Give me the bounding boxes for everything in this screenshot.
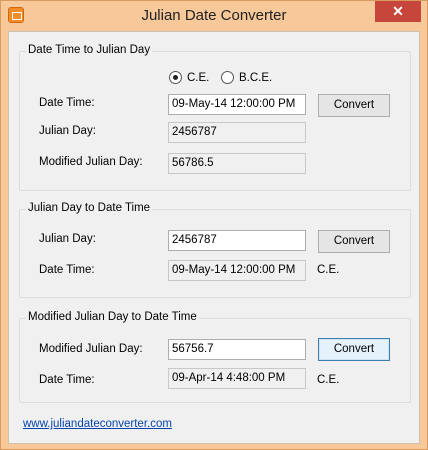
julian-day-label: Julian Day: [39, 233, 96, 245]
group-legend: Date Time to Julian Day [26, 44, 153, 56]
title-bar[interactable]: Julian Date Converter ✕ [1, 1, 427, 31]
window-title: Julian Date Converter [141, 7, 287, 24]
date-to-julian-group: Date Time to Julian Day C.E. B.C.E. Date… [19, 44, 411, 191]
radio-bce-indicator[interactable] [221, 71, 234, 84]
julian-day-input[interactable]: 2456787 [168, 230, 306, 251]
datetime-label: Date Time: [39, 374, 95, 386]
datetime-output[interactable]: 09-Apr-14 4:48:00 PM [168, 368, 306, 389]
radio-ce-label: C.E. [187, 71, 210, 84]
group-legend: Julian Day to Date Time [26, 202, 153, 214]
datetime-input[interactable]: 09-May-14 12:00:00 PM [168, 94, 306, 115]
mjd-label: Modified Julian Day: [39, 156, 143, 168]
datetime-output[interactable]: 09-May-14 12:00:00 PM [168, 260, 306, 281]
convert-mjd-button[interactable]: Convert [318, 338, 390, 361]
radio-ce-indicator[interactable] [169, 71, 182, 84]
app-window: Julian Date Converter ✕ Date Time to Jul… [0, 0, 428, 450]
mjd-output[interactable]: 56786.5 [168, 153, 306, 174]
era-label: C.E. [317, 264, 340, 276]
mjd-label: Modified Julian Day: [39, 343, 143, 355]
mjd-input[interactable]: 56756.7 [168, 339, 306, 360]
close-button[interactable]: ✕ [375, 1, 421, 22]
convert-julian-button[interactable]: Convert [318, 230, 390, 253]
radio-bce-label: B.C.E. [239, 71, 273, 84]
era-label: C.E. [317, 374, 340, 386]
julian-to-date-group: Julian Day to Date Time Julian Day: 2456… [19, 202, 411, 298]
julian-day-output[interactable]: 2456787 [168, 122, 306, 143]
website-link[interactable]: www.juliandateconverter.com [23, 418, 172, 430]
datetime-label: Date Time: [39, 97, 95, 109]
group-legend: Modified Julian Day to Date Time [26, 311, 199, 323]
close-icon: ✕ [392, 3, 404, 19]
mjd-to-date-group: Modified Julian Day to Date Time Modifie… [19, 311, 411, 403]
client-area: Date Time to Julian Day C.E. B.C.E. Date… [8, 31, 420, 444]
convert-datetime-button[interactable]: Convert [318, 94, 390, 117]
radio-ce[interactable]: C.E. [169, 71, 209, 84]
julian-day-label: Julian Day: [39, 125, 96, 137]
datetime-label: Date Time: [39, 264, 95, 276]
radio-bce[interactable]: B.C.E. [221, 71, 272, 84]
